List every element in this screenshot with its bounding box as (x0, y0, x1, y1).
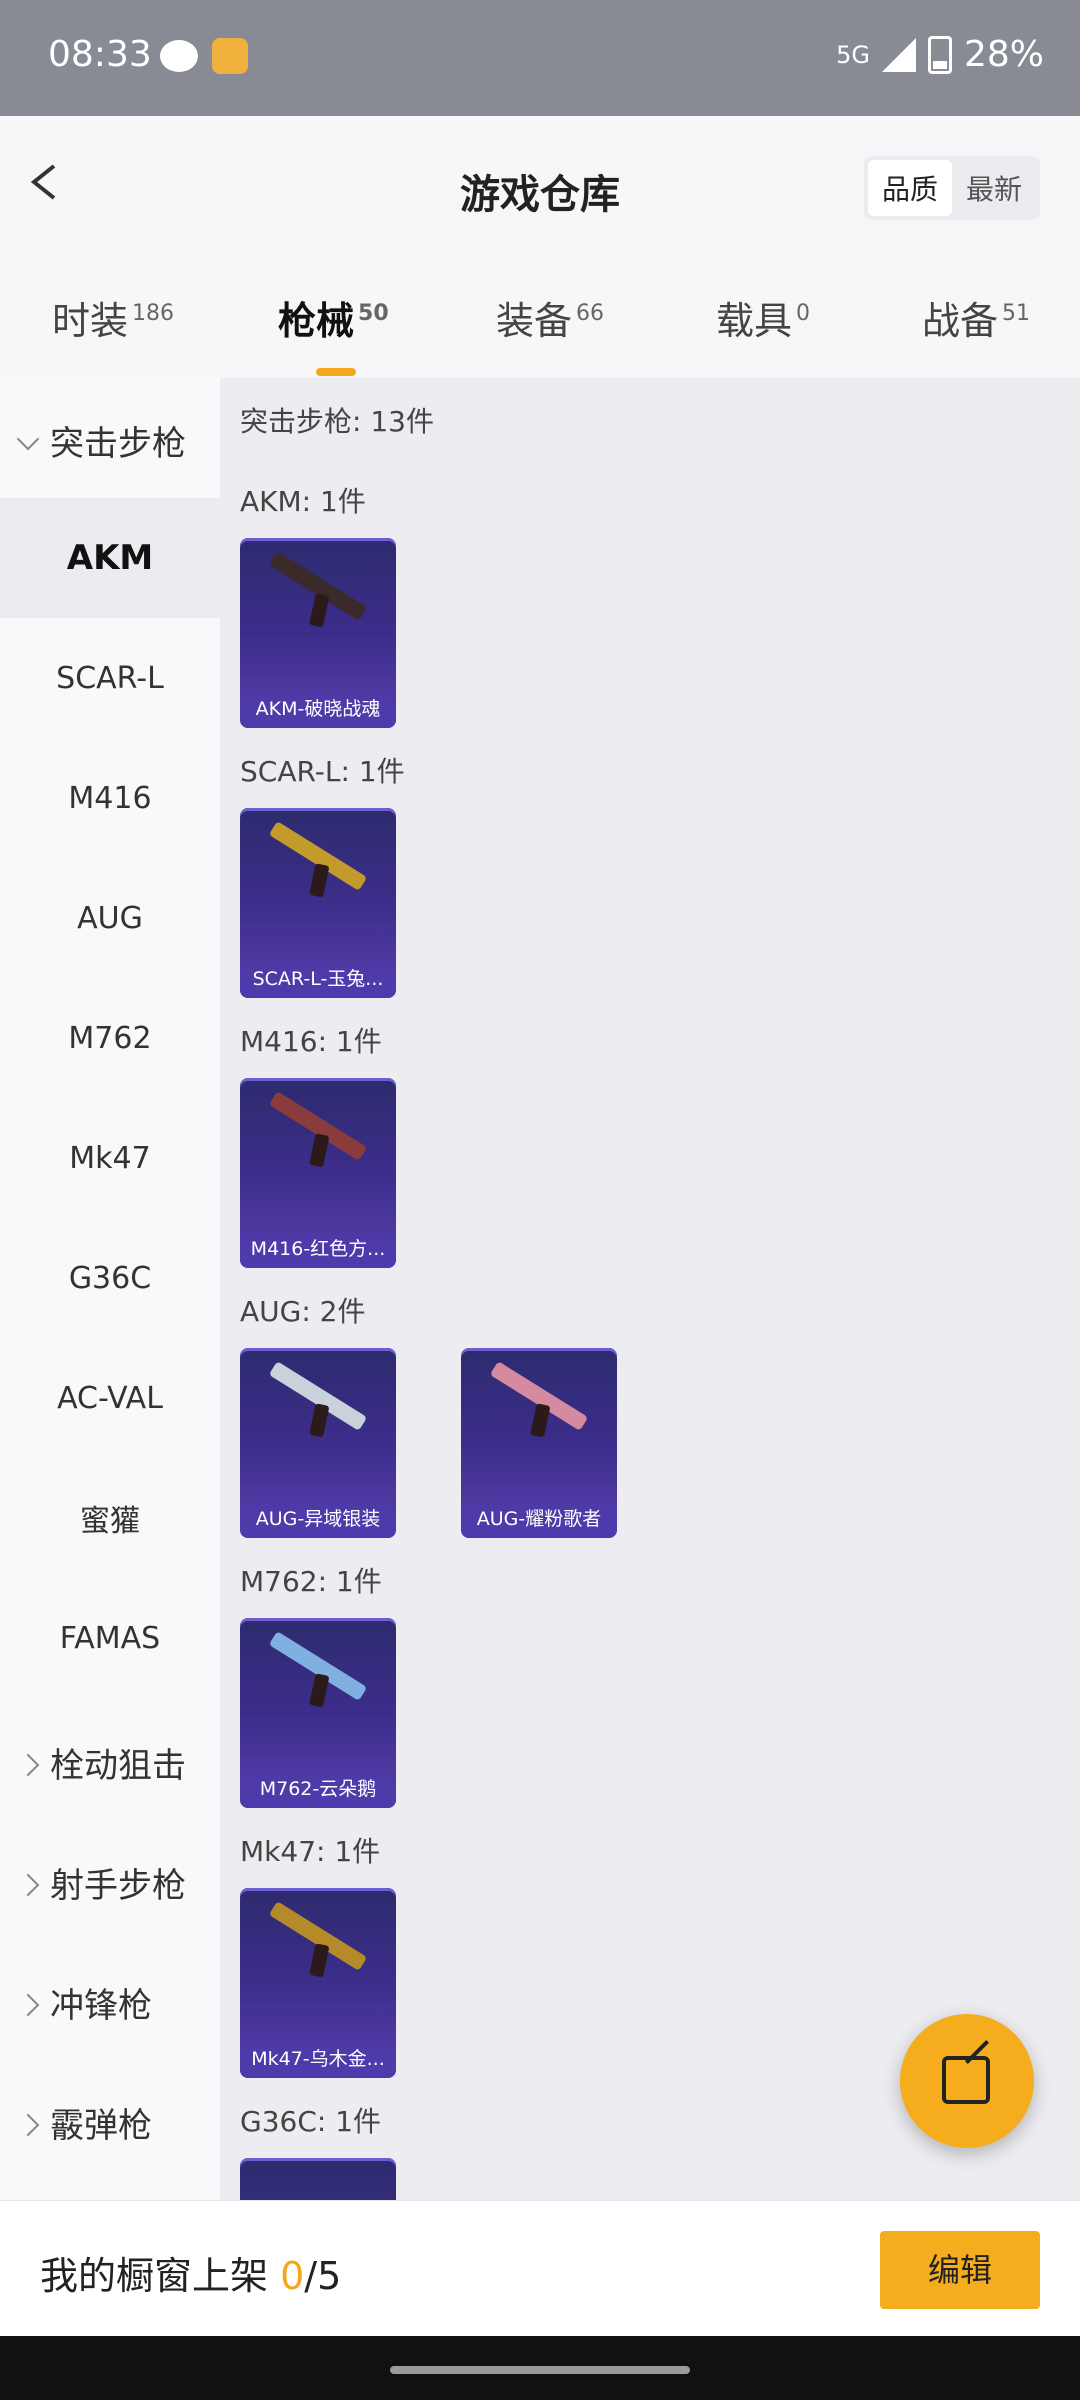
network-type: 5G (836, 40, 870, 69)
group-title: SCAR-L: 1件 (240, 755, 405, 788)
chevron-right-icon (16, 1753, 40, 1777)
weapon-card-label: AUG-异域银装 (240, 1500, 396, 1538)
battery-icon (927, 35, 952, 74)
page-header: 游戏仓库 品质 最新 (0, 116, 1080, 256)
sidebar-item-aug[interactable]: AUG (0, 858, 220, 978)
gun-icon (268, 1631, 368, 1701)
group-title: G36C: 1件 (240, 2105, 382, 2138)
weapon-card-label: AUG-耀粉歌者 (461, 1500, 617, 1538)
sidebar-item-akm[interactable]: AKM (0, 498, 220, 618)
group-title: M416: 1件 (240, 1025, 382, 1058)
weapon-card-label: M416-红色方... (240, 1230, 396, 1268)
status-right: 5G 28% (836, 34, 1044, 75)
showcase-bar: 我的橱窗上架 0/5 编辑 (0, 2200, 1080, 2337)
gun-icon (268, 1091, 368, 1161)
category-assault-rifle[interactable]: 突击步枪 (16, 416, 186, 465)
category-summary: 突击步枪: 13件 (240, 405, 434, 438)
gun-icon (489, 1361, 589, 1431)
category-tabs: 时装 186 枪械 50 装备 66 载具 0 战备 51 (0, 270, 1080, 376)
weapon-card-label: SCAR-L-玉兔... (240, 960, 396, 998)
gun-icon (268, 1901, 368, 1971)
weapon-card[interactable]: AUG-异域银装 (240, 1348, 396, 1538)
edit-button[interactable]: 编辑 (880, 2231, 1040, 2309)
category-smg[interactable]: 冲锋枪 (16, 1978, 152, 2027)
chevron-right-icon (16, 2113, 40, 2137)
group-title: Mk47: 1件 (240, 1835, 381, 1868)
tab-supplies[interactable]: 战备 51 (922, 290, 1030, 345)
gun-icon (268, 1361, 368, 1431)
sort-toggle[interactable]: 品质 最新 (863, 156, 1040, 220)
tab-vehicles[interactable]: 载具 0 (716, 290, 810, 345)
tab-equipment[interactable]: 装备 66 (496, 290, 604, 345)
category-marksman[interactable]: 射手步枪 (16, 1858, 186, 1907)
sidebar-item-famas[interactable]: FAMAS (0, 1578, 220, 1698)
chevron-right-icon (16, 1873, 40, 1897)
sort-newest-button[interactable]: 最新 (952, 160, 1036, 216)
showcase-status: 我的橱窗上架 0/5 (40, 2254, 342, 2298)
tab-outfits[interactable]: 时装 186 (52, 290, 174, 345)
home-gesture-bar[interactable] (390, 2366, 690, 2374)
weapon-card[interactable]: AKM-破晓战魂 (240, 538, 396, 728)
sidebar-item-m416[interactable]: M416 (0, 738, 220, 858)
sidebar-item-scar-l[interactable]: SCAR-L (0, 618, 220, 738)
battery-percent: 28% (963, 34, 1044, 75)
weapon-card-label: AKM-破晓战魂 (240, 690, 396, 728)
weapon-card[interactable]: Mk47-乌木金... (240, 1888, 396, 2078)
weapon-card-label: Mk47-乌木金... (240, 2040, 396, 2078)
weapon-card[interactable]: M762-云朵鹅 (240, 1618, 396, 1808)
status-bar: 08:33 5G 28% (0, 0, 1080, 116)
tab-weapons[interactable]: 枪械 50 (278, 290, 389, 376)
system-nav-bar (0, 2336, 1080, 2400)
category-shotgun[interactable]: 霰弹枪 (16, 2098, 152, 2147)
gun-icon (268, 551, 368, 621)
sort-quality-button[interactable]: 品质 (867, 160, 952, 216)
sidebar-item-m762[interactable]: M762 (0, 978, 220, 1098)
group-title: AUG: 2件 (240, 1295, 366, 1328)
sidebar-item-ac-val[interactable]: AC-VAL (0, 1338, 220, 1458)
weapon-card[interactable]: AUG-耀粉歌者 (461, 1348, 617, 1538)
group-title: M762: 1件 (240, 1565, 382, 1598)
app-icon (212, 38, 248, 74)
chevron-right-icon (16, 1993, 40, 2017)
weapon-list[interactable]: 突击步枪: 13件 AKM: 1件 AKM-破晓战魂 SCAR-L: 1件 SC… (220, 378, 1080, 2200)
share-fab[interactable] (900, 2014, 1034, 2148)
sidebar-item-g36c[interactable]: G36C (0, 1218, 220, 1338)
external-link-icon (942, 2056, 990, 2104)
signal-icon (881, 37, 916, 72)
sidebar-item-mk47[interactable]: Mk47 (0, 1098, 220, 1218)
wechat-icon (160, 40, 198, 72)
weapon-card[interactable]: M416-红色方... (240, 1078, 396, 1268)
weapon-card[interactable]: SCAR-L-玉兔... (240, 808, 396, 998)
chevron-down-icon (16, 427, 40, 451)
weapon-card[interactable] (240, 2158, 396, 2200)
gun-icon (268, 821, 368, 891)
weapon-sidebar: 突击步枪 AKM SCAR-L M416 AUG M762 Mk47 G36C … (0, 378, 220, 2200)
category-bolt-action[interactable]: 栓动狙击 (16, 1738, 186, 1787)
group-title: AKM: 1件 (240, 485, 366, 518)
status-time: 08:33 (48, 34, 152, 75)
sidebar-item-honey-badger[interactable]: 蜜獾 (0, 1458, 220, 1578)
weapon-card-label: M762-云朵鹅 (240, 1770, 396, 1808)
